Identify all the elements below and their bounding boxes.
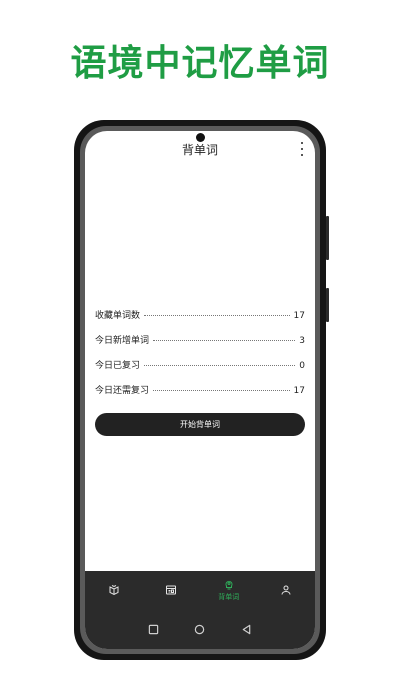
nav-item-memorize[interactable]: 背单词 bbox=[200, 571, 258, 609]
front-camera bbox=[195, 133, 205, 142]
volume-button bbox=[326, 216, 329, 260]
more-options-icon[interactable] bbox=[299, 142, 305, 156]
stat-row-favorites: 收藏单词数 17 bbox=[95, 308, 305, 333]
system-navigation-bar bbox=[85, 609, 315, 649]
stat-label: 今日还需复习 bbox=[95, 386, 150, 396]
dotted-leader bbox=[153, 340, 296, 341]
news-icon bbox=[166, 585, 177, 595]
stat-label: 今日已复习 bbox=[95, 361, 141, 371]
app-screen: 背单词 收藏单词数 17 今日新增单词 3 今日已复习 0 今日还需复习 17 … bbox=[85, 131, 315, 649]
stat-value: 17 bbox=[293, 386, 305, 396]
stats-list: 收藏单词数 17 今日新增单词 3 今日已复习 0 今日还需复习 17 bbox=[95, 308, 305, 408]
stat-label: 今日新增单词 bbox=[95, 336, 150, 346]
back-icon[interactable] bbox=[241, 624, 252, 635]
stat-value: 17 bbox=[293, 311, 305, 321]
stat-value: 3 bbox=[299, 336, 305, 346]
nav-item-news[interactable] bbox=[143, 571, 201, 609]
brain-icon bbox=[225, 580, 233, 589]
power-button bbox=[326, 288, 329, 322]
stat-row-due-today: 今日还需复习 17 bbox=[95, 383, 305, 408]
dotted-leader bbox=[153, 390, 290, 391]
recent-apps-icon[interactable] bbox=[148, 624, 159, 635]
nav-label: 背单词 bbox=[218, 592, 240, 601]
dotted-leader bbox=[144, 365, 296, 366]
nav-item-book[interactable] bbox=[85, 571, 143, 609]
dotted-leader bbox=[144, 315, 290, 316]
page-title: 背单词 bbox=[181, 143, 218, 157]
user-icon bbox=[281, 585, 291, 595]
bottom-navigation: 背单词 bbox=[85, 571, 315, 609]
book-icon bbox=[109, 585, 119, 596]
stat-row-new-today: 今日新增单词 3 bbox=[95, 333, 305, 358]
nav-item-profile[interactable] bbox=[258, 571, 316, 609]
phone-bezel: 背单词 收藏单词数 17 今日新增单词 3 今日已复习 0 今日还需复习 17 … bbox=[80, 126, 320, 654]
stat-label: 收藏单词数 bbox=[95, 311, 141, 321]
start-learning-button[interactable]: 开始背单词 bbox=[95, 413, 305, 436]
stat-row-reviewed-today: 今日已复习 0 bbox=[95, 358, 305, 383]
home-icon[interactable] bbox=[194, 624, 205, 635]
phone-frame: 背单词 收藏单词数 17 今日新增单词 3 今日已复习 0 今日还需复习 17 … bbox=[74, 120, 329, 660]
stat-value: 0 bbox=[299, 361, 305, 371]
promo-headline: 语境中记忆单词 bbox=[70, 43, 330, 84]
